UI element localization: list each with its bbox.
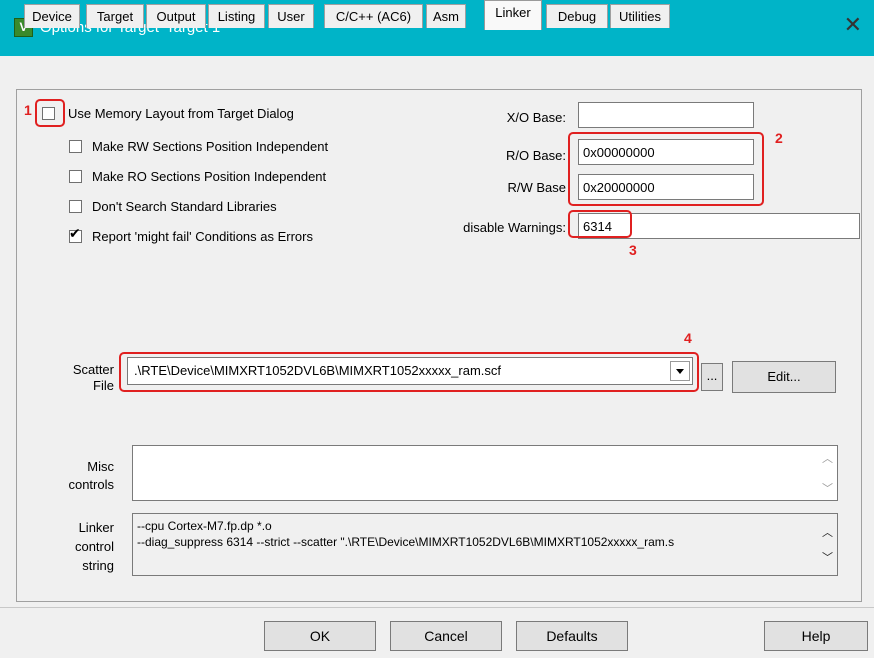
- tab-debug[interactable]: Debug: [546, 4, 608, 28]
- ro-independent-checkbox[interactable]: [69, 170, 82, 183]
- dont-search-libs-label: Don't Search Standard Libraries: [92, 199, 277, 214]
- ro-base-label: R/O Base:: [506, 148, 566, 163]
- checkmark-icon: ✔: [69, 226, 81, 242]
- scroll-up-icon[interactable]: ︿: [822, 450, 833, 466]
- annotation-marker-2: 2: [775, 130, 783, 146]
- scatter-file-select[interactable]: .\RTE\Device\MIMXRT1052DVL6B\MIMXRT1052x…: [127, 357, 693, 385]
- misc-label-line1: Misc: [87, 459, 114, 474]
- tab-asm[interactable]: Asm: [426, 4, 466, 28]
- tab-device[interactable]: Device: [24, 4, 80, 28]
- tab-c-cpp[interactable]: C/C++ (AC6): [324, 4, 423, 28]
- tab-output[interactable]: Output: [146, 4, 206, 28]
- rw-base-label: R/W Base: [507, 180, 566, 195]
- misc-controls-textarea[interactable]: ︿ ﹀: [132, 445, 838, 501]
- ro-base-input[interactable]: [578, 139, 754, 165]
- scatter-label-line2: File: [93, 378, 114, 393]
- cancel-button[interactable]: Cancel: [390, 621, 502, 651]
- tab-target[interactable]: Target: [86, 4, 144, 28]
- tab-listing[interactable]: Listing: [208, 4, 265, 28]
- close-icon[interactable]: ✕: [844, 14, 862, 38]
- linker-control-string-box: --cpu Cortex-M7.fp.dp *.o --diag_suppres…: [132, 513, 838, 576]
- tab-user[interactable]: User: [268, 4, 314, 28]
- browse-button[interactable]: ...: [701, 363, 723, 391]
- use-memory-layout-label: Use Memory Layout from Target Dialog: [68, 106, 294, 121]
- report-might-fail-label: Report 'might fail' Conditions as Errors: [92, 229, 313, 244]
- annotation-marker-3: 3: [629, 242, 637, 258]
- linker-control-label-line3: string: [82, 558, 114, 573]
- annotation-marker-1: 1: [24, 102, 32, 118]
- tab-utilities[interactable]: Utilities: [610, 4, 670, 28]
- disable-warnings-label: disable Warnings:: [463, 220, 566, 235]
- scroll-down-icon[interactable]: ﹀: [822, 549, 833, 565]
- help-button[interactable]: Help: [764, 621, 868, 651]
- rw-independent-label: Make RW Sections Position Independent: [92, 139, 329, 154]
- footer-divider: [0, 607, 874, 608]
- tab-linker[interactable]: Linker: [484, 0, 542, 30]
- linker-control-line2: --diag_suppress 6314 --strict --scatter …: [137, 535, 675, 549]
- defaults-button[interactable]: Defaults: [516, 621, 628, 651]
- disable-warnings-input[interactable]: [578, 213, 860, 239]
- scatter-label-line1: Scatter: [72, 362, 114, 377]
- xo-base-input[interactable]: [578, 102, 754, 128]
- xo-base-label: X/O Base:: [506, 110, 566, 125]
- scroll-up-icon[interactable]: ︿: [822, 524, 833, 540]
- misc-label-line2: controls: [68, 477, 114, 492]
- scatter-file-value: .\RTE\Device\MIMXRT1052DVL6B\MIMXRT1052x…: [134, 363, 502, 378]
- annotation-marker-4: 4: [684, 330, 692, 346]
- ok-button[interactable]: OK: [264, 621, 376, 651]
- chevron-down-icon[interactable]: [670, 361, 690, 381]
- report-might-fail-checkbox[interactable]: ✔: [69, 226, 82, 243]
- scroll-down-icon[interactable]: ﹀: [822, 480, 833, 496]
- linker-control-text: --cpu Cortex-M7.fp.dp *.o --diag_suppres…: [137, 518, 807, 550]
- rw-independent-checkbox[interactable]: [69, 140, 82, 153]
- edit-button[interactable]: Edit...: [732, 361, 836, 393]
- rw-base-input[interactable]: [578, 174, 754, 200]
- linker-control-label-line2: control: [74, 539, 114, 554]
- use-memory-layout-checkbox[interactable]: [42, 107, 55, 120]
- linker-control-label-line1: Linker: [78, 520, 114, 535]
- misc-scrollbar[interactable]: ︿ ﹀: [817, 446, 837, 500]
- dont-search-libs-checkbox[interactable]: [69, 200, 82, 213]
- linker-control-scrollbar[interactable]: ︿ ﹀: [817, 514, 837, 575]
- linker-control-line1: --cpu Cortex-M7.fp.dp *.o: [137, 519, 272, 533]
- ro-independent-label: Make RO Sections Position Independent: [92, 169, 327, 184]
